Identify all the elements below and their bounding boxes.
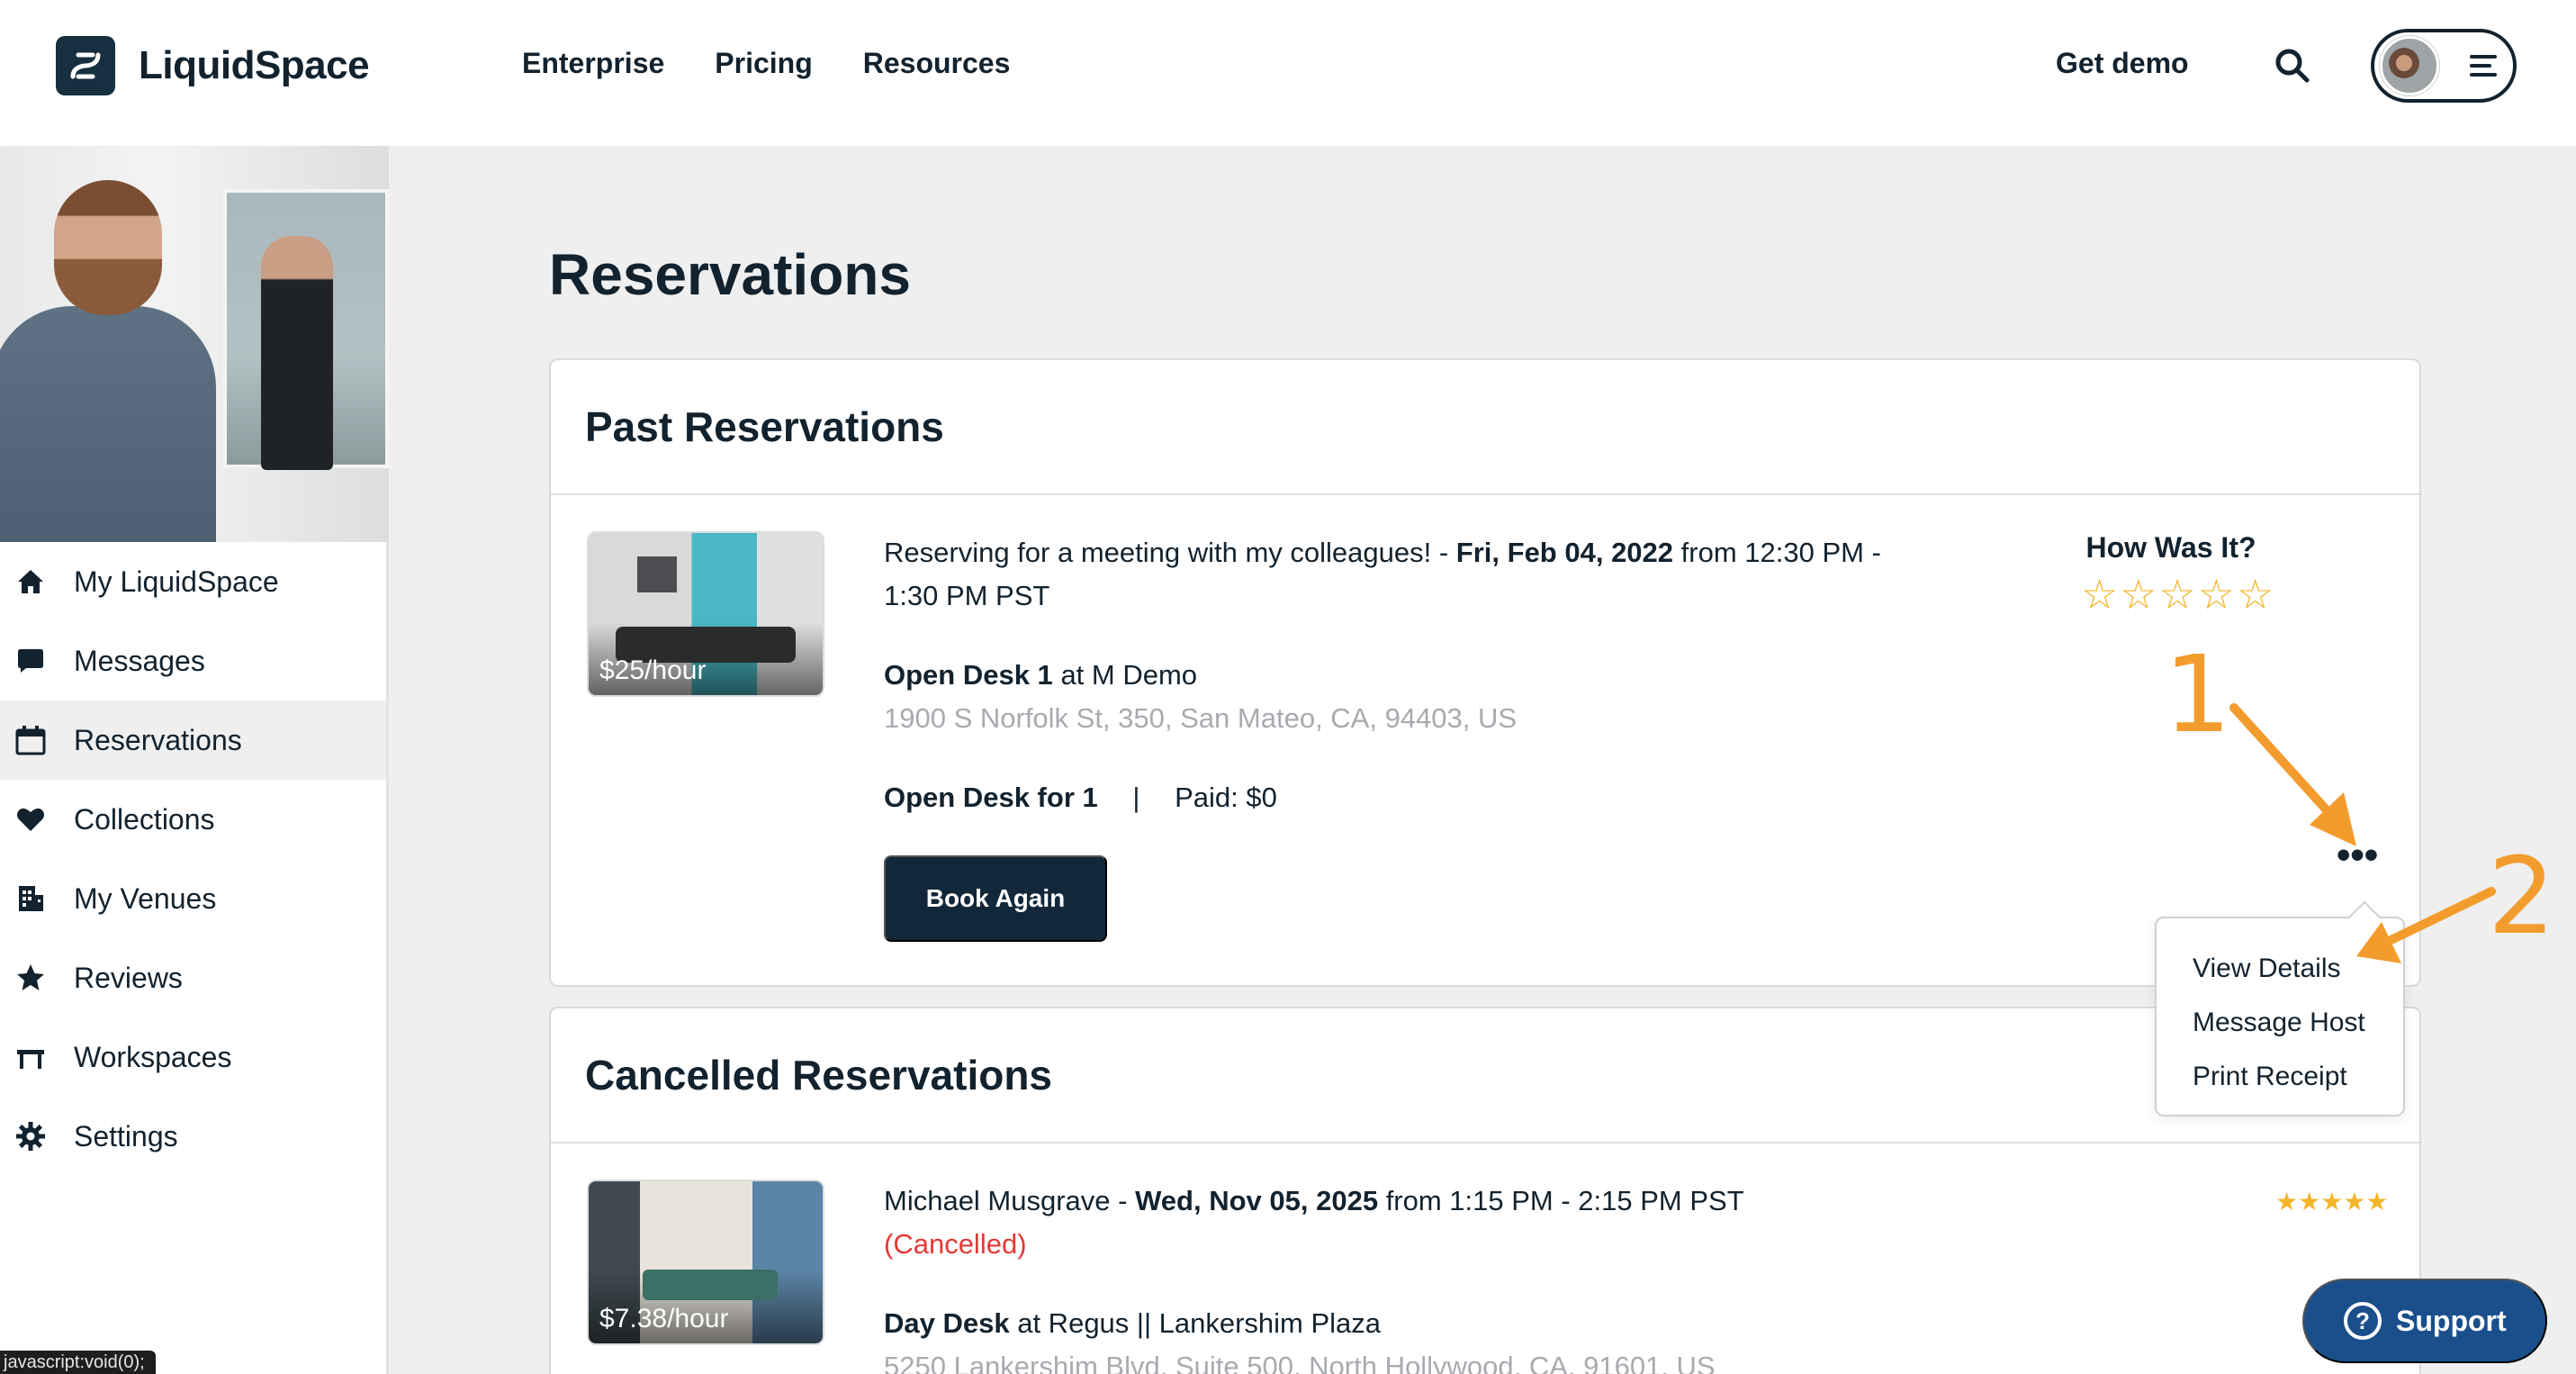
cancelled-reservations-card: Cancelled Reservations $7.38/hour Michae… <box>549 1007 2421 1374</box>
reservation-space: Open Desk 1 at M Demo <box>884 654 1197 697</box>
top-navigation: LiquidSpace Enterprise Pricing Resources… <box>0 0 2576 146</box>
venue-name: at Regus || Lankershim Plaza <box>1017 1307 1382 1339</box>
sidebar-item-my-venues[interactable]: My Venues <box>0 859 386 938</box>
sidebar: My LiquidSpace Messages Reservations Col… <box>0 146 389 1374</box>
sidebar-item-reviews[interactable]: Reviews <box>0 938 386 1017</box>
sidebar-item-workspaces[interactable]: Workspaces <box>0 1017 386 1097</box>
booking-info: Open Desk for 1 | Paid: $0 <box>884 776 1277 819</box>
user-menu-button[interactable] <box>2371 29 2517 103</box>
nav-pricing-link[interactable]: Pricing <box>715 47 812 80</box>
sidebar-item-settings[interactable]: Settings <box>0 1097 386 1176</box>
sidebar-item-label: My Venues <box>74 881 217 915</box>
reservation-thumbnail[interactable]: $25/hour <box>587 531 824 697</box>
reservation-time-to: 1:30 PM PST <box>884 580 1050 611</box>
status-bar-url: javascript:void(0); <box>0 1351 156 1374</box>
gear-icon <box>14 1120 47 1153</box>
print-receipt-menu-item[interactable]: Print Receipt <box>2157 1050 2403 1104</box>
sidebar-item-label: Workspaces <box>74 1040 232 1073</box>
desk-icon <box>14 1041 47 1073</box>
past-reservations-card: Past Reservations $25/hour Reserving for… <box>549 358 2421 987</box>
cancelled-reservation-summary: Michael Musgrave - Wed, Nov 05, 2025 fro… <box>884 1180 2144 1266</box>
nav-resources-link[interactable]: Resources <box>863 47 1011 80</box>
home-icon <box>14 565 47 598</box>
liquidspace-logo-icon <box>56 36 115 95</box>
rating-title: How Was It? <box>2085 531 2256 564</box>
more-actions-button[interactable]: ••• <box>2337 836 2378 875</box>
sidebar-item-label: Reviews <box>74 961 183 994</box>
sidebar-item-label: Messages <box>74 644 205 677</box>
sidebar-item-my-liquidspace[interactable]: My LiquidSpace <box>0 542 386 621</box>
support-button[interactable]: ? Support <box>2302 1279 2547 1363</box>
annotation-number-1: 1 <box>2164 632 2232 756</box>
view-details-menu-item[interactable]: View Details <box>2157 942 2403 996</box>
reservation-space: Day Desk at Regus || Lankershim Plaza <box>884 1302 1381 1345</box>
reservation-time-from: from 12:30 PM - <box>1680 537 1881 568</box>
reservation-date: Wed, Nov 05, 2025 <box>1135 1185 1379 1216</box>
brand-logo[interactable]: LiquidSpace <box>56 36 370 95</box>
sidebar-item-messages[interactable]: Messages <box>0 621 386 701</box>
paid-amount: Paid: $0 <box>1175 782 1277 813</box>
guest-name: Michael Musgrave - <box>884 1185 1128 1216</box>
profile-person <box>0 162 216 542</box>
sidebar-item-reservations[interactable]: Reservations <box>0 701 386 780</box>
avatar <box>2380 36 2439 95</box>
reservation-purpose: Reserving for a meeting with my colleagu… <box>884 537 1449 568</box>
past-reservations-heading: Past Reservations <box>585 403 944 450</box>
sidebar-item-label: Settings <box>74 1119 178 1153</box>
calendar-icon <box>14 724 47 756</box>
venue-address: 1900 S Norfolk St, 350, San Mateo, CA, 9… <box>884 702 1518 734</box>
space-name: Open Desk 1 <box>884 659 1053 691</box>
sidebar-item-label: My LiquidSpace <box>74 565 279 598</box>
cancelled-reservations-header: Cancelled Reservations <box>551 1008 2419 1143</box>
rating-stars-input[interactable]: ☆☆☆☆☆ <box>2081 570 2274 619</box>
sidebar-menu: My LiquidSpace Messages Reservations Col… <box>0 542 386 1176</box>
venue-name: at M Demo <box>1060 659 1198 691</box>
main-nav: Enterprise Pricing Resources <box>522 47 1010 80</box>
reservation-summary: Reserving for a meeting with my colleagu… <box>884 531 1964 618</box>
sidebar-item-label: Reservations <box>74 723 242 756</box>
price-label: $7.38/hour <box>599 1304 729 1333</box>
booking-type: Open Desk for 1 <box>884 782 1098 813</box>
profile-photo <box>0 146 389 542</box>
search-icon[interactable] <box>2272 45 2313 86</box>
sidebar-item-collections[interactable]: Collections <box>0 780 386 859</box>
chat-bubble-icon <box>14 645 47 677</box>
help-icon: ? <box>2344 1302 2382 1340</box>
page-title: Reservations <box>549 242 911 307</box>
building-icon <box>14 882 47 915</box>
book-again-button[interactable]: Book Again <box>884 855 1107 942</box>
hamburger-menu-icon <box>2470 55 2497 77</box>
reservation-thumbnail[interactable]: $7.38/hour <box>587 1180 824 1345</box>
price-label: $25/hour <box>599 655 707 685</box>
message-host-menu-item[interactable]: Message Host <box>2157 996 2403 1050</box>
get-demo-link[interactable]: Get demo <box>2056 47 2189 80</box>
past-reservations-header: Past Reservations <box>551 360 2419 495</box>
annotation-number-2: 2 <box>2488 834 2556 958</box>
reservation-date: Fri, Feb 04, 2022 <box>1455 537 1674 568</box>
star-icon <box>14 962 47 994</box>
reservation-time: from 1:15 PM - 2:15 PM PST <box>1385 1185 1744 1216</box>
venue-address: 5250 Lankershim Blvd, Suite 500, North H… <box>884 1351 1716 1374</box>
reservation-actions-dropdown: View Details Message Host Print Receipt <box>2155 917 2405 1116</box>
cancelled-status: (Cancelled) <box>884 1228 1027 1260</box>
sidebar-item-label: Collections <box>74 802 215 836</box>
wall-photo-frame <box>223 189 389 470</box>
brand-name: LiquidSpace <box>139 43 370 87</box>
space-name: Day Desk <box>884 1307 1010 1339</box>
nav-enterprise-link[interactable]: Enterprise <box>522 47 664 80</box>
cancelled-reservations-heading: Cancelled Reservations <box>585 1052 1053 1098</box>
venue-rating-stars: ★★★★★ <box>2275 1188 2389 1216</box>
rating-block: How Was It? ☆☆☆☆☆ <box>2081 531 2274 619</box>
heart-icon <box>14 803 47 836</box>
support-label: Support <box>2396 1304 2507 1337</box>
info-separator: | <box>1132 782 1140 813</box>
